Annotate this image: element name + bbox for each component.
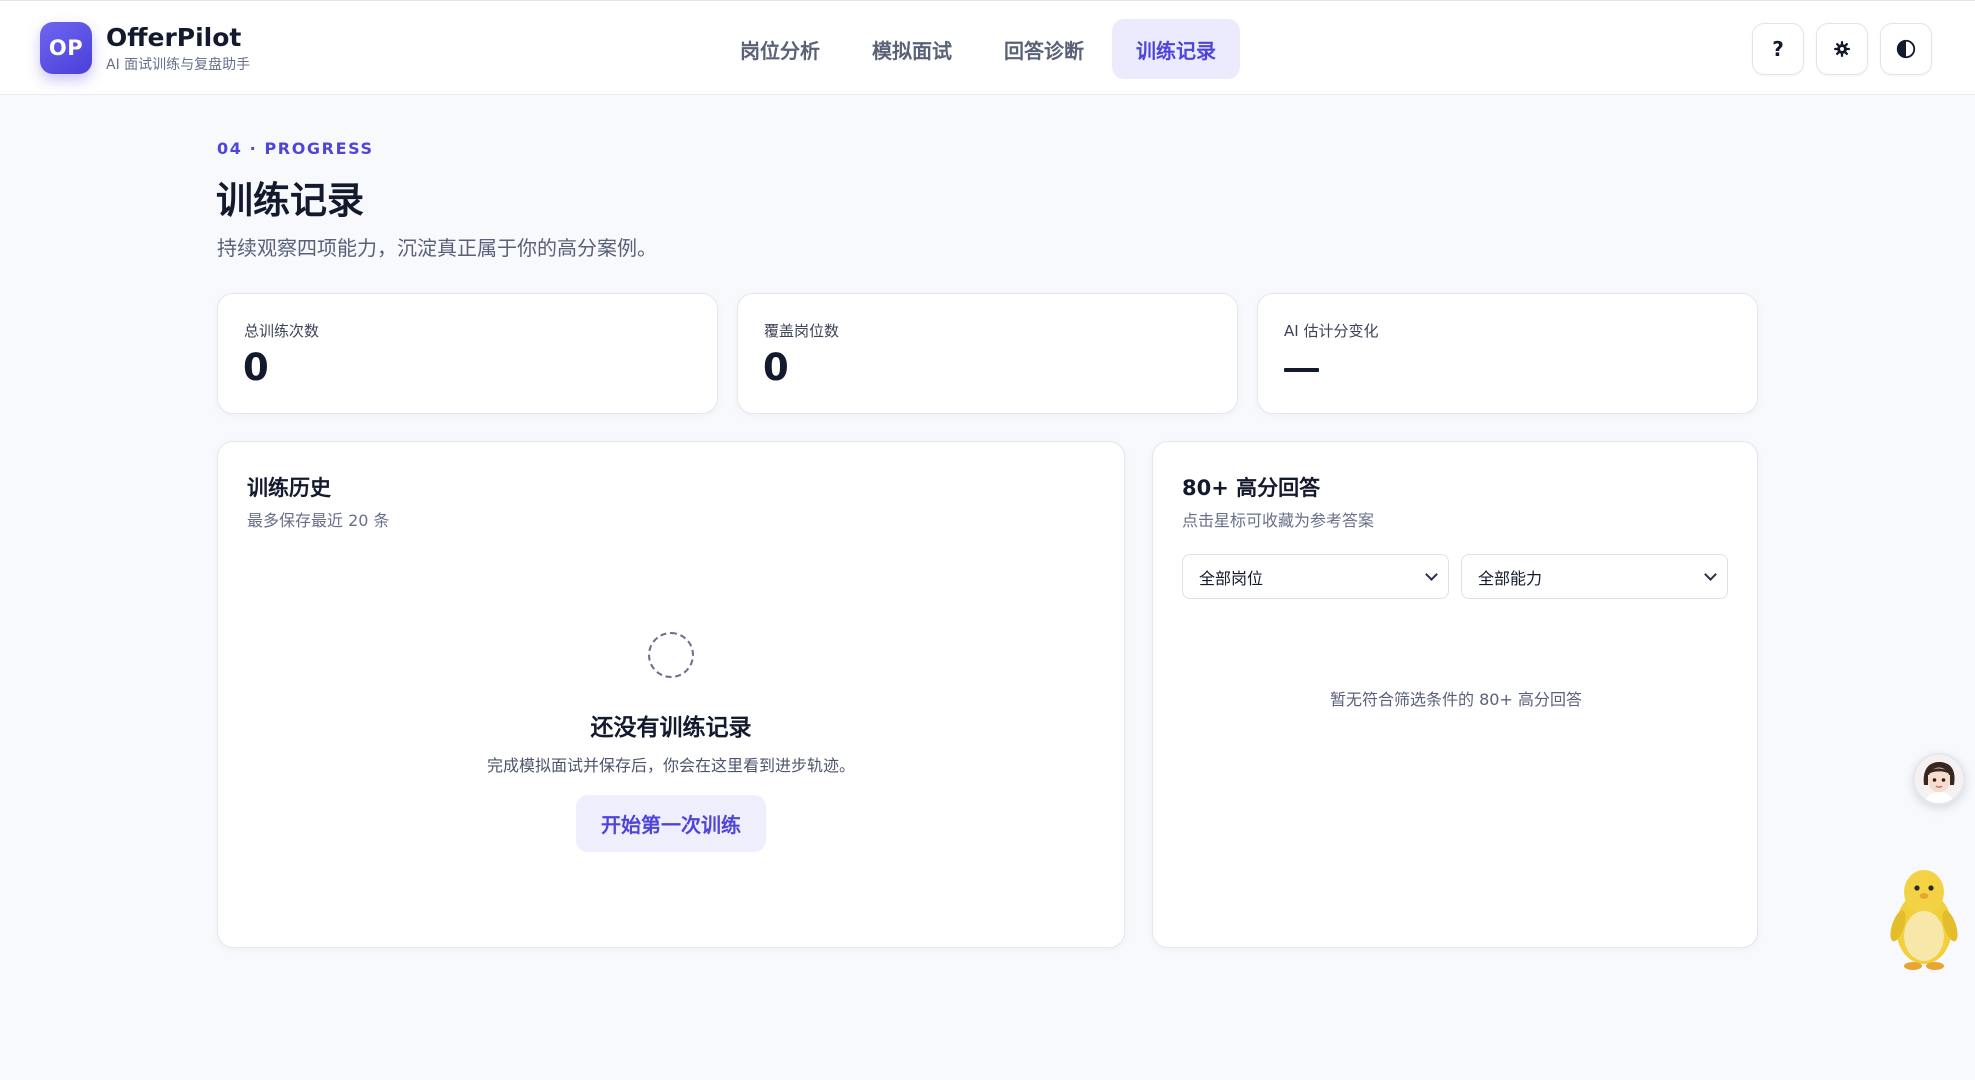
training-history-panel: 训练历史 最多保存最近 20 条 还没有训练记录 完成模拟面试并保存后，你会在这… bbox=[217, 441, 1125, 948]
top-navigation-bar: OP OfferPilot AI 面试训练与复盘助手 岗位分析 模拟面试 回答诊… bbox=[0, 0, 1975, 95]
nav-tab-answer-diagnosis[interactable]: 回答诊断 bbox=[980, 19, 1108, 79]
nav-tab-training-records[interactable]: 训练记录 bbox=[1112, 19, 1240, 79]
top-answers-panel: 80+ 高分回答 点击星标可收藏为参考答案 全部岗位 全部能力 暂无符合筛选条件… bbox=[1152, 441, 1758, 948]
stat-label: 总训练次数 bbox=[244, 322, 320, 340]
logo-badge[interactable]: OP bbox=[40, 22, 92, 74]
stat-label: AI 估计分变化 bbox=[1284, 322, 1379, 340]
panel-subtitle: 最多保存最近 20 条 bbox=[247, 511, 390, 530]
empty-state-circle-icon bbox=[648, 632, 694, 678]
role-filter-select[interactable]: 全部岗位 bbox=[1182, 554, 1449, 599]
skill-filter-value: 全部能力 bbox=[1478, 568, 1543, 588]
chevron-down-icon bbox=[1704, 568, 1717, 581]
empty-state-description: 完成模拟面试并保存后，你会在这里看到进步轨迹。 bbox=[486, 756, 855, 775]
settings-button[interactable] bbox=[1816, 23, 1868, 75]
panel-title: 训练历史 bbox=[247, 476, 331, 500]
penguin-mascot-icon bbox=[1890, 870, 1958, 970]
panel-subtitle: 点击星标可收藏为参考答案 bbox=[1182, 511, 1375, 530]
stat-value: 0 bbox=[243, 346, 269, 389]
main-nav: 岗位分析 模拟面试 回答诊断 训练记录 bbox=[716, 19, 1244, 79]
chevron-down-icon bbox=[1425, 568, 1438, 581]
nav-tab-mock-interview[interactable]: 模拟面试 bbox=[848, 19, 976, 79]
stat-card-score-change: AI 估计分变化 bbox=[1257, 293, 1758, 414]
skill-filter-select[interactable]: 全部能力 bbox=[1461, 554, 1728, 599]
brand-tagline: AI 面试训练与复盘助手 bbox=[106, 57, 251, 73]
page-title: 训练记录 bbox=[216, 179, 364, 222]
panel-title: 80+ 高分回答 bbox=[1182, 476, 1321, 500]
stat-value-dash bbox=[1284, 368, 1319, 372]
page-subtitle: 持续观察四项能力，沉淀真正属于你的高分案例。 bbox=[217, 236, 657, 260]
assistant-avatar-button[interactable] bbox=[1913, 753, 1965, 805]
stat-card-total-sessions: 总训练次数 0 bbox=[217, 293, 718, 414]
role-filter-value: 全部岗位 bbox=[1199, 568, 1264, 588]
section-eyebrow: 04 · PROGRESS bbox=[217, 139, 374, 158]
assistant-avatar-icon bbox=[1915, 755, 1963, 803]
stat-card-roles-covered: 覆盖岗位数 0 bbox=[737, 293, 1238, 414]
gear-icon bbox=[1834, 41, 1850, 57]
nav-tab-role-analysis[interactable]: 岗位分析 bbox=[716, 19, 844, 79]
mascot-assistant-button[interactable] bbox=[1888, 862, 1960, 974]
start-first-training-button[interactable]: 开始第一次训练 bbox=[576, 795, 766, 852]
stat-value: 0 bbox=[763, 346, 789, 389]
contrast-icon bbox=[1896, 39, 1916, 59]
empty-state-title: 还没有训练记录 bbox=[590, 715, 752, 741]
theme-toggle-button[interactable] bbox=[1880, 23, 1932, 75]
stat-label: 覆盖岗位数 bbox=[764, 322, 840, 340]
empty-state-text: 暂无符合筛选条件的 80+ 高分回答 bbox=[1330, 690, 1582, 709]
help-button[interactable]: ? bbox=[1752, 23, 1804, 75]
brand-name: OfferPilot bbox=[106, 23, 242, 52]
